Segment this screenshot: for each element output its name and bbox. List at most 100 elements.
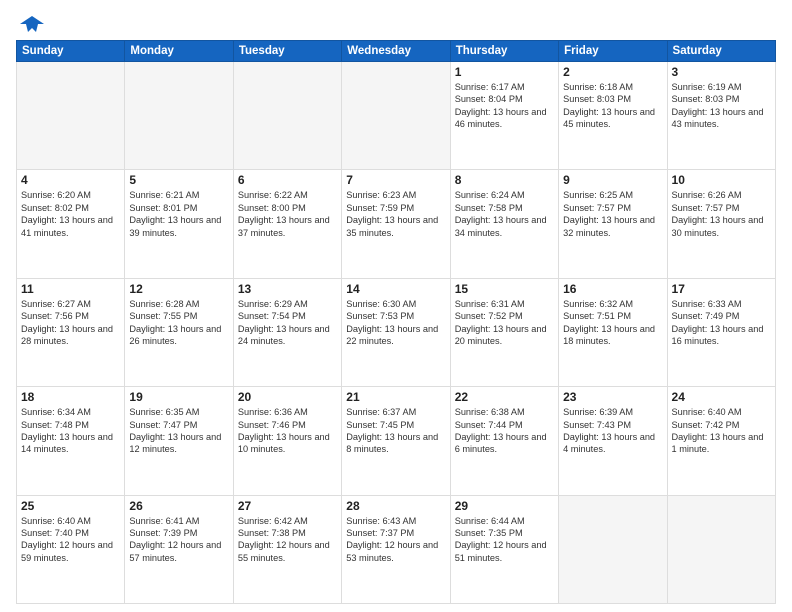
calendar-week-1: 1 Sunrise: 6:17 AM Sunset: 8:04 PM Daylig…: [17, 62, 776, 170]
day-info: Sunrise: 6:20 AM Sunset: 8:02 PM Dayligh…: [21, 189, 120, 239]
day-info: Sunrise: 6:41 AM Sunset: 7:39 PM Dayligh…: [129, 515, 228, 565]
day-info: Sunrise: 6:35 AM Sunset: 7:47 PM Dayligh…: [129, 406, 228, 456]
day-info: Sunrise: 6:33 AM Sunset: 7:49 PM Dayligh…: [672, 298, 771, 348]
calendar-cell: 22 Sunrise: 6:38 AM Sunset: 7:44 PM Dayli…: [450, 387, 558, 495]
calendar-cell: 7 Sunrise: 6:23 AM Sunset: 7:59 PM Daylig…: [342, 170, 450, 278]
calendar-cell: 28Sunrise: 6:43 AM Sunset: 7:37 PM Dayli…: [342, 495, 450, 603]
day-info: Sunrise: 6:43 AM Sunset: 7:37 PM Dayligh…: [346, 515, 445, 565]
day-number: 16: [563, 282, 662, 296]
day-number: 4: [21, 173, 120, 187]
calendar-cell: 25 Sunrise: 6:40 AM Sunset: 7:40 PM Dayli…: [17, 495, 125, 603]
day-number: 19: [129, 390, 228, 404]
calendar-header-monday: Monday: [125, 41, 233, 62]
calendar-header-saturday: Saturday: [667, 41, 775, 62]
day-number: 26: [129, 499, 228, 513]
calendar-week-4: 18 Sunrise: 6:34 AM Sunset: 7:48 PM Dayli…: [17, 387, 776, 495]
day-info: Sunrise: 6:32 AM Sunset: 7:51 PM Dayligh…: [563, 298, 662, 348]
day-info: Sunrise: 6:24 AM Sunset: 7:58 PM Dayligh…: [455, 189, 554, 239]
calendar-week-2: 4 Sunrise: 6:20 AM Sunset: 8:02 PM Daylig…: [17, 170, 776, 278]
day-number: 21: [346, 390, 445, 404]
calendar-cell: 2 Sunrise: 6:18 AM Sunset: 8:03 PM Daylig…: [559, 62, 667, 170]
calendar-cell: 13Sunrise: 6:29 AM Sunset: 7:54 PM Dayli…: [233, 278, 341, 386]
day-number: 20: [238, 390, 337, 404]
calendar-cell: [125, 62, 233, 170]
day-number: 2: [563, 65, 662, 79]
calendar-cell: 15 Sunrise: 6:31 AM Sunset: 7:52 PM Dayli…: [450, 278, 558, 386]
day-number: 9: [563, 173, 662, 187]
day-number: 18: [21, 390, 120, 404]
calendar-cell: 18 Sunrise: 6:34 AM Sunset: 7:48 PM Dayli…: [17, 387, 125, 495]
calendar-cell: 9 Sunrise: 6:25 AM Sunset: 7:57 PM Daylig…: [559, 170, 667, 278]
calendar-cell: 4 Sunrise: 6:20 AM Sunset: 8:02 PM Daylig…: [17, 170, 125, 278]
calendar-week-5: 25 Sunrise: 6:40 AM Sunset: 7:40 PM Dayli…: [17, 495, 776, 603]
calendar-cell: 23Sunrise: 6:39 AM Sunset: 7:43 PM Dayli…: [559, 387, 667, 495]
calendar-cell: [667, 495, 775, 603]
day-info: Sunrise: 6:42 AM Sunset: 7:38 PM Dayligh…: [238, 515, 337, 565]
calendar-cell: 19 Sunrise: 6:35 AM Sunset: 7:47 PM Dayli…: [125, 387, 233, 495]
calendar-cell: [342, 62, 450, 170]
day-info: Sunrise: 6:19 AM Sunset: 8:03 PM Dayligh…: [672, 81, 771, 131]
calendar-cell: [17, 62, 125, 170]
day-number: 1: [455, 65, 554, 79]
day-number: 27: [238, 499, 337, 513]
day-number: 15: [455, 282, 554, 296]
calendar-header-thursday: Thursday: [450, 41, 558, 62]
day-info: Sunrise: 6:44 AM Sunset: 7:35 PM Dayligh…: [455, 515, 554, 565]
calendar-week-3: 11Sunrise: 6:27 AM Sunset: 7:56 PM Dayli…: [17, 278, 776, 386]
calendar-header-sunday: Sunday: [17, 41, 125, 62]
day-info: Sunrise: 6:17 AM Sunset: 8:04 PM Dayligh…: [455, 81, 554, 131]
calendar-cell: 10 Sunrise: 6:26 AM Sunset: 7:57 PM Dayli…: [667, 170, 775, 278]
day-number: 17: [672, 282, 771, 296]
calendar-cell: 21 Sunrise: 6:37 AM Sunset: 7:45 PM Dayli…: [342, 387, 450, 495]
calendar-cell: [559, 495, 667, 603]
day-number: 5: [129, 173, 228, 187]
day-number: 7: [346, 173, 445, 187]
day-info: Sunrise: 6:37 AM Sunset: 7:45 PM Dayligh…: [346, 406, 445, 456]
day-info: Sunrise: 6:36 AM Sunset: 7:46 PM Dayligh…: [238, 406, 337, 456]
day-info: Sunrise: 6:38 AM Sunset: 7:44 PM Dayligh…: [455, 406, 554, 456]
day-info: Sunrise: 6:22 AM Sunset: 8:00 PM Dayligh…: [238, 189, 337, 239]
calendar-cell: 12Sunrise: 6:28 AM Sunset: 7:55 PM Dayli…: [125, 278, 233, 386]
day-info: Sunrise: 6:23 AM Sunset: 7:59 PM Dayligh…: [346, 189, 445, 239]
day-info: Sunrise: 6:18 AM Sunset: 8:03 PM Dayligh…: [563, 81, 662, 131]
calendar-cell: 27 Sunrise: 6:42 AM Sunset: 7:38 PM Dayli…: [233, 495, 341, 603]
day-info: Sunrise: 6:31 AM Sunset: 7:52 PM Dayligh…: [455, 298, 554, 348]
day-info: Sunrise: 6:21 AM Sunset: 8:01 PM Dayligh…: [129, 189, 228, 239]
calendar-cell: 6 Sunrise: 6:22 AM Sunset: 8:00 PM Daylig…: [233, 170, 341, 278]
logo-bird-icon: [18, 10, 46, 38]
day-info: Sunrise: 6:26 AM Sunset: 7:57 PM Dayligh…: [672, 189, 771, 239]
calendar-cell: 11Sunrise: 6:27 AM Sunset: 7:56 PM Dayli…: [17, 278, 125, 386]
day-number: 14: [346, 282, 445, 296]
calendar-header-friday: Friday: [559, 41, 667, 62]
day-number: 6: [238, 173, 337, 187]
calendar-header-wednesday: Wednesday: [342, 41, 450, 62]
day-info: Sunrise: 6:40 AM Sunset: 7:40 PM Dayligh…: [21, 515, 120, 565]
day-number: 11: [21, 282, 120, 296]
header: [16, 10, 776, 34]
day-number: 10: [672, 173, 771, 187]
calendar-cell: 14Sunrise: 6:30 AM Sunset: 7:53 PM Dayli…: [342, 278, 450, 386]
day-number: 25: [21, 499, 120, 513]
calendar-cell: 3 Sunrise: 6:19 AM Sunset: 8:03 PM Daylig…: [667, 62, 775, 170]
day-info: Sunrise: 6:25 AM Sunset: 7:57 PM Dayligh…: [563, 189, 662, 239]
day-info: Sunrise: 6:40 AM Sunset: 7:42 PM Dayligh…: [672, 406, 771, 456]
calendar-table: SundayMondayTuesdayWednesdayThursdayFrid…: [16, 40, 776, 604]
calendar-cell: 5 Sunrise: 6:21 AM Sunset: 8:01 PM Daylig…: [125, 170, 233, 278]
calendar-cell: 8 Sunrise: 6:24 AM Sunset: 7:58 PM Daylig…: [450, 170, 558, 278]
day-number: 29: [455, 499, 554, 513]
calendar-cell: 24Sunrise: 6:40 AM Sunset: 7:42 PM Dayli…: [667, 387, 775, 495]
day-number: 8: [455, 173, 554, 187]
page: SundayMondayTuesdayWednesdayThursdayFrid…: [0, 0, 792, 612]
day-info: Sunrise: 6:28 AM Sunset: 7:55 PM Dayligh…: [129, 298, 228, 348]
day-info: Sunrise: 6:34 AM Sunset: 7:48 PM Dayligh…: [21, 406, 120, 456]
day-number: 3: [672, 65, 771, 79]
calendar-cell: 26 Sunrise: 6:41 AM Sunset: 7:39 PM Dayli…: [125, 495, 233, 603]
day-number: 13: [238, 282, 337, 296]
calendar-cell: 1 Sunrise: 6:17 AM Sunset: 8:04 PM Daylig…: [450, 62, 558, 170]
day-info: Sunrise: 6:39 AM Sunset: 7:43 PM Dayligh…: [563, 406, 662, 456]
logo: [16, 10, 46, 34]
calendar-cell: 16 Sunrise: 6:32 AM Sunset: 7:51 PM Dayli…: [559, 278, 667, 386]
calendar-cell: 29 Sunrise: 6:44 AM Sunset: 7:35 PM Dayli…: [450, 495, 558, 603]
day-number: 22: [455, 390, 554, 404]
calendar-header-tuesday: Tuesday: [233, 41, 341, 62]
